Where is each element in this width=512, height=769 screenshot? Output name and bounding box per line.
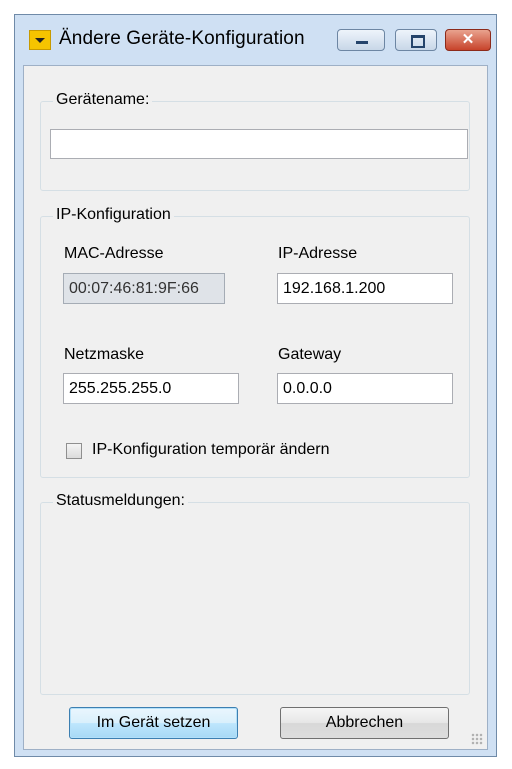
temp-ip-config-checkbox[interactable] bbox=[66, 443, 82, 459]
close-icon: ✕ bbox=[461, 31, 475, 48]
ip-address-label: IP-Adresse bbox=[278, 245, 358, 262]
netmask-input[interactable] bbox=[63, 373, 239, 404]
title-bar[interactable]: Ändere Geräte-Konfiguration ✕ bbox=[15, 15, 496, 65]
mac-address-label: MAC-Adresse bbox=[64, 245, 164, 262]
status-messages-area bbox=[45, 517, 465, 690]
cancel-button[interactable]: Abbrechen bbox=[280, 707, 449, 739]
device-name-input[interactable] bbox=[50, 129, 468, 159]
ip-address-input[interactable] bbox=[277, 273, 453, 304]
dialog-window: Ändere Geräte-Konfiguration ✕ Gerätename… bbox=[14, 14, 497, 757]
temp-ip-config-label[interactable]: IP-Konfiguration temporär ändern bbox=[92, 441, 329, 459]
resize-grip[interactable] bbox=[471, 733, 483, 745]
device-name-group: Gerätename: bbox=[40, 91, 470, 191]
dialog-body: Gerätename: IP-Konfiguration MAC-Adresse… bbox=[23, 65, 488, 750]
ip-config-group-title: IP-Konfiguration bbox=[53, 206, 174, 224]
ip-config-group: IP-Konfiguration MAC-Adresse IP-Adresse … bbox=[40, 206, 470, 478]
close-button[interactable]: ✕ bbox=[445, 29, 491, 51]
status-messages-group-title: Statusmeldungen: bbox=[53, 492, 188, 510]
apply-to-device-button[interactable]: Im Gerät setzen bbox=[69, 707, 238, 739]
maximize-icon bbox=[411, 35, 425, 48]
mac-address-field bbox=[63, 273, 225, 304]
app-icon[interactable] bbox=[29, 30, 51, 50]
gateway-input[interactable] bbox=[277, 373, 453, 404]
device-name-group-title: Gerätename: bbox=[53, 91, 153, 109]
minimize-icon bbox=[356, 41, 368, 44]
window-title: Ändere Geräte-Konfiguration bbox=[59, 28, 305, 49]
gateway-label: Gateway bbox=[278, 346, 342, 363]
maximize-button[interactable] bbox=[395, 29, 437, 51]
minimize-button[interactable] bbox=[337, 29, 385, 51]
status-messages-group: Statusmeldungen: bbox=[40, 492, 470, 695]
netmask-label: Netzmaske bbox=[64, 346, 145, 363]
